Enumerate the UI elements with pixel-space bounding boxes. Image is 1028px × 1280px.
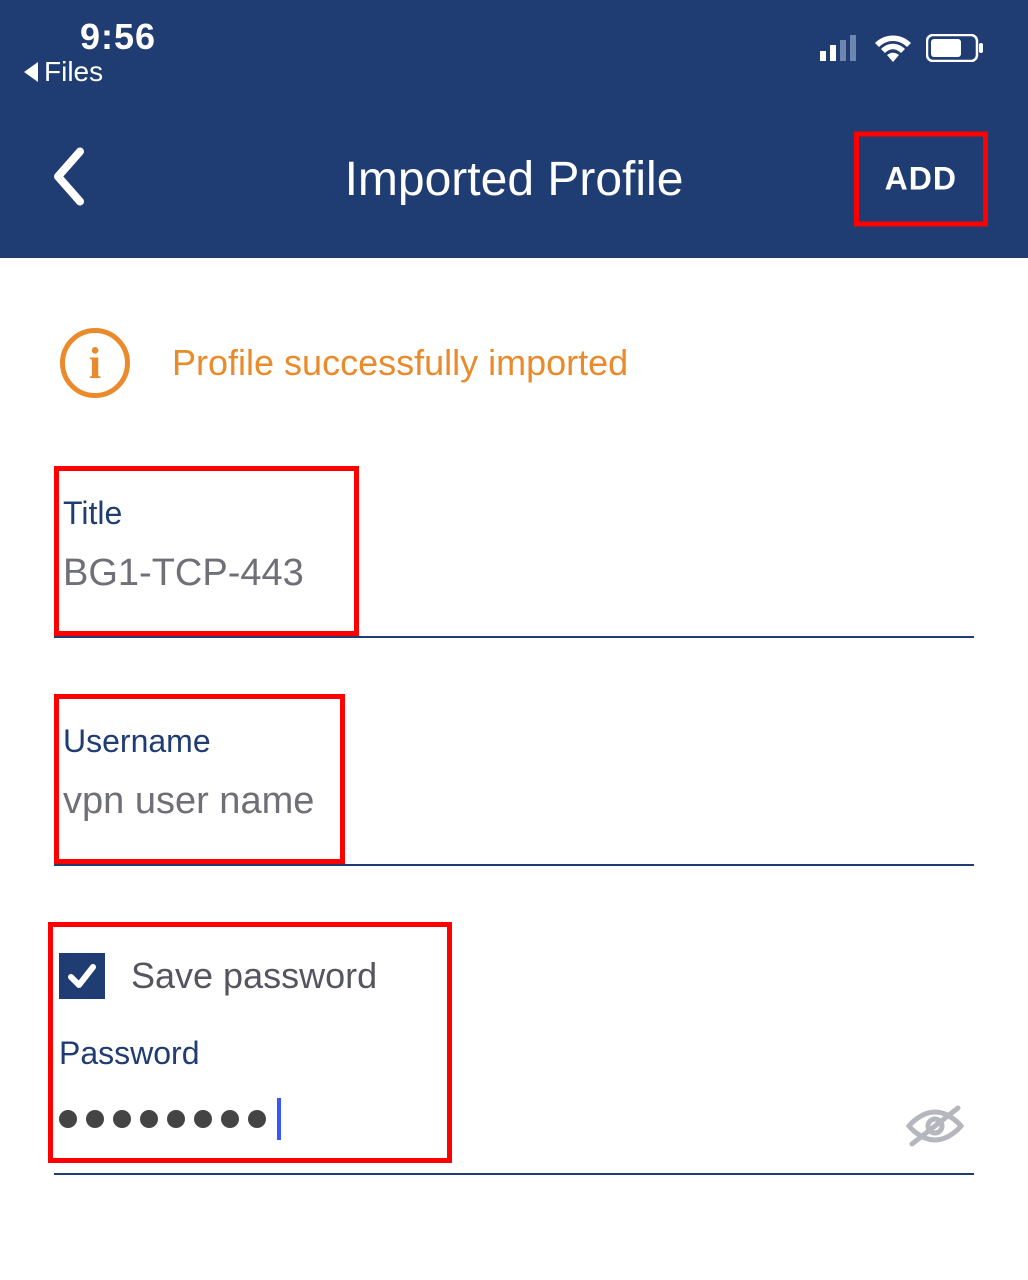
chevron-left-icon — [50, 148, 84, 206]
divider — [54, 864, 974, 866]
back-button[interactable] — [50, 148, 84, 211]
content-area: i Profile successfully imported Title BG… — [0, 258, 1028, 1175]
username-highlight: Username vpn user name — [54, 694, 345, 864]
password-block: Save password Password — [54, 922, 974, 1175]
password-label: Password — [59, 1035, 377, 1072]
status-icons — [820, 34, 984, 62]
username-label: Username — [63, 723, 314, 760]
page-title: Imported Profile — [345, 152, 684, 207]
back-triangle-icon — [24, 62, 38, 82]
cellular-signal-icon — [820, 35, 860, 61]
title-highlight: Title BG1-TCP-443 — [54, 466, 359, 636]
save-password-checkbox[interactable] — [59, 953, 105, 999]
password-input[interactable] — [59, 1098, 377, 1140]
save-password-row[interactable]: Save password — [59, 953, 377, 999]
save-password-label: Save password — [131, 955, 377, 997]
divider — [54, 1173, 974, 1175]
title-field: Title BG1-TCP-443 — [54, 466, 974, 638]
toggle-password-visibility-icon[interactable] — [902, 1102, 968, 1155]
nav-header: Imported Profile ADD — [0, 100, 1028, 258]
wifi-icon — [874, 34, 912, 62]
info-banner: i Profile successfully imported — [54, 328, 974, 398]
username-input[interactable]: vpn user name — [63, 780, 314, 845]
back-to-files-link[interactable]: Files — [24, 56, 103, 88]
status-bar: 9:56 Files — [0, 0, 1028, 100]
info-icon: i — [60, 328, 130, 398]
password-highlight: Save password Password — [48, 922, 452, 1163]
title-label: Title — [63, 495, 304, 532]
add-button[interactable]: ADD — [859, 137, 983, 222]
battery-icon — [926, 34, 984, 62]
divider — [54, 636, 974, 638]
title-input[interactable]: BG1-TCP-443 — [63, 552, 304, 617]
info-message: Profile successfully imported — [172, 342, 628, 384]
username-field: Username vpn user name — [54, 694, 974, 866]
add-button-highlight: ADD — [854, 132, 988, 227]
status-time: 9:56 — [80, 16, 156, 58]
back-app-label: Files — [44, 56, 103, 88]
check-icon — [65, 959, 99, 993]
text-cursor — [277, 1098, 281, 1140]
